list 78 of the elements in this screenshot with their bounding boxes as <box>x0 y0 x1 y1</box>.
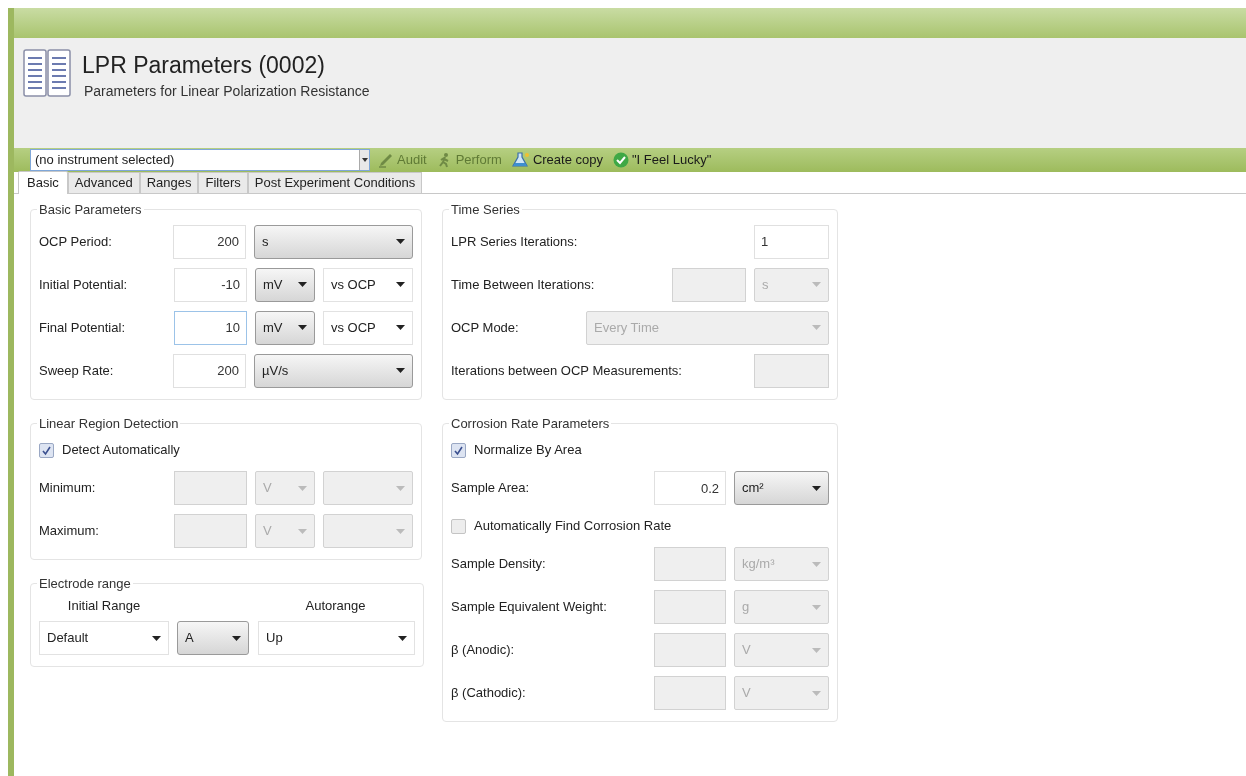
dropdown[interactable]: s <box>254 224 413 259</box>
caret-icon <box>812 604 821 610</box>
flask-icon <box>511 152 530 168</box>
field-label: OCP Period: <box>39 232 113 251</box>
input-field[interactable]: 1 <box>754 224 829 259</box>
caret-icon <box>812 282 821 287</box>
group-title: Time Series <box>450 201 521 219</box>
checkbox-label: Automatically Find Corrosion Rate <box>474 517 672 536</box>
group-title: Corrosion Rate Parameters <box>450 414 611 433</box>
caret-icon <box>396 239 405 244</box>
caret-icon <box>298 528 307 534</box>
field-label: LPR Series Iterations: <box>451 232 579 251</box>
column-header: Initial Range <box>66 596 142 615</box>
dropdown[interactable]: Up <box>258 621 415 655</box>
group-title: Electrode range <box>38 575 132 593</box>
field-label: β (Anodic): <box>451 641 516 660</box>
book-icon <box>22 48 72 100</box>
field-label: Maximum: <box>39 522 100 541</box>
caret-icon <box>396 282 405 287</box>
caret-icon <box>812 485 821 491</box>
caret-icon <box>396 485 405 491</box>
checkbox[interactable] <box>39 442 54 458</box>
checkbox[interactable] <box>451 518 466 534</box>
field-label: OCP Mode: <box>451 318 520 337</box>
dropdown[interactable]: mV <box>255 310 315 345</box>
dropdown[interactable]: µV/s <box>254 353 413 388</box>
dropdown[interactable]: cm² <box>734 471 829 505</box>
field-label: Sample Equivalent Weight: <box>451 598 608 617</box>
dropdown[interactable]: mV <box>255 267 315 302</box>
pen-icon <box>378 152 394 168</box>
field-label: Sample Density: <box>451 555 547 574</box>
instrument-select[interactable]: (no instrument selected) <box>30 149 370 171</box>
caret-icon <box>812 647 821 653</box>
caret-icon <box>396 368 405 373</box>
tab[interactable]: Post Experiment Conditions <box>247 172 423 193</box>
group-title: Linear Region Detection <box>38 414 180 433</box>
page-subtitle: Parameters for Linear Polarization Resistance <box>84 82 370 101</box>
field-label: Sample Area: <box>451 479 531 498</box>
input-field[interactable]: 200 <box>173 224 246 259</box>
dropdown[interactable]: A <box>177 621 249 655</box>
toolbar-button[interactable]: "I Feel Lucky" <box>610 149 714 171</box>
caret-icon <box>152 635 161 641</box>
check-icon <box>612 152 629 168</box>
caret-icon <box>232 635 241 641</box>
field-label: Initial Potential: <box>39 275 129 294</box>
field-label: Final Potential: <box>39 318 126 337</box>
column-header: Autorange <box>304 596 367 615</box>
tab[interactable]: Advanced <box>67 172 140 193</box>
checkbox-label: Detect Automatically <box>62 441 180 460</box>
field-label: Iterations between OCP Measurements: <box>451 361 683 380</box>
input-field[interactable]: 0.2 <box>654 471 726 505</box>
caret-icon <box>298 485 307 491</box>
tab[interactable]: Ranges <box>139 172 199 193</box>
dropdown[interactable]: Default <box>39 621 169 655</box>
field-label: Time Between Iterations: <box>451 275 596 294</box>
dropdown[interactable]: vs OCP <box>323 310 413 345</box>
input-field[interactable]: 10 <box>174 310 247 345</box>
caret-icon <box>396 528 405 534</box>
field-label: β (Cathodic): <box>451 684 527 703</box>
page-title: LPR Parameters (0002) <box>82 51 326 80</box>
checkbox-label: Normalize By Area <box>474 441 582 460</box>
caret-icon <box>812 561 821 567</box>
tab[interactable]: Basic <box>18 171 68 194</box>
checkbox[interactable] <box>451 442 466 458</box>
field-label: Sweep Rate: <box>39 361 115 380</box>
caret-icon <box>812 690 821 696</box>
input-field[interactable]: 200 <box>173 353 246 388</box>
field-label: Minimum: <box>39 479 97 498</box>
caret-icon <box>298 282 307 287</box>
caret-icon <box>396 325 405 330</box>
tab[interactable]: Filters <box>198 172 248 193</box>
caret-icon <box>398 635 407 641</box>
caret-icon <box>298 325 307 330</box>
toolbar-button[interactable]: Create copy <box>509 149 605 171</box>
input-field[interactable]: -10 <box>174 267 247 302</box>
caret-icon <box>812 325 821 330</box>
dropdown[interactable]: vs OCP <box>323 267 413 302</box>
group-title: Basic Parameters <box>38 201 143 219</box>
